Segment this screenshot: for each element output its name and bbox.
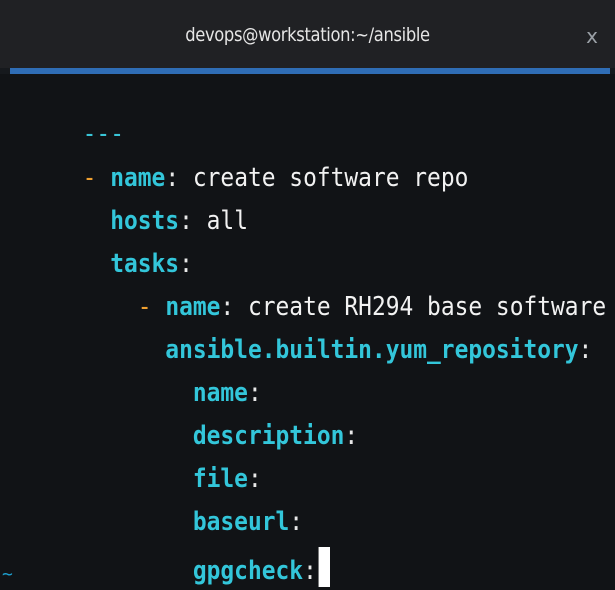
- terminal-window: devops@workstation:~/ansible x --- - nam…: [0, 0, 615, 590]
- play-name-line: - name: create software repo: [82, 163, 469, 193]
- param-line: name:: [192, 378, 262, 408]
- param-gpgcheck-key: gpgcheck: [192, 556, 304, 586]
- param-line: gpgcheck:: [0, 511, 331, 587]
- hosts-line: hosts: all: [110, 206, 248, 236]
- tasks-line: tasks:: [110, 249, 193, 279]
- param-line: file:: [192, 464, 262, 494]
- task-name-line: - name: create RH294 base software: [137, 292, 607, 322]
- close-icon[interactable]: x: [586, 24, 598, 48]
- window-title: devops@workstation:~/ansible: [185, 24, 430, 46]
- param-line: baseurl:: [192, 507, 304, 537]
- hosts-value: all: [206, 206, 248, 236]
- yaml-doc-start: ---: [0, 80, 124, 149]
- param-line: description:: [192, 421, 359, 451]
- title-bar: devops@workstation:~/ansible x: [0, 0, 615, 68]
- empty-line-marker: ~: [2, 564, 13, 585]
- editor-content[interactable]: --- - name: create software repo hosts: …: [0, 74, 615, 590]
- text-cursor: [318, 547, 331, 587]
- module-line: ansible.builtin.yum_repository:: [165, 335, 593, 365]
